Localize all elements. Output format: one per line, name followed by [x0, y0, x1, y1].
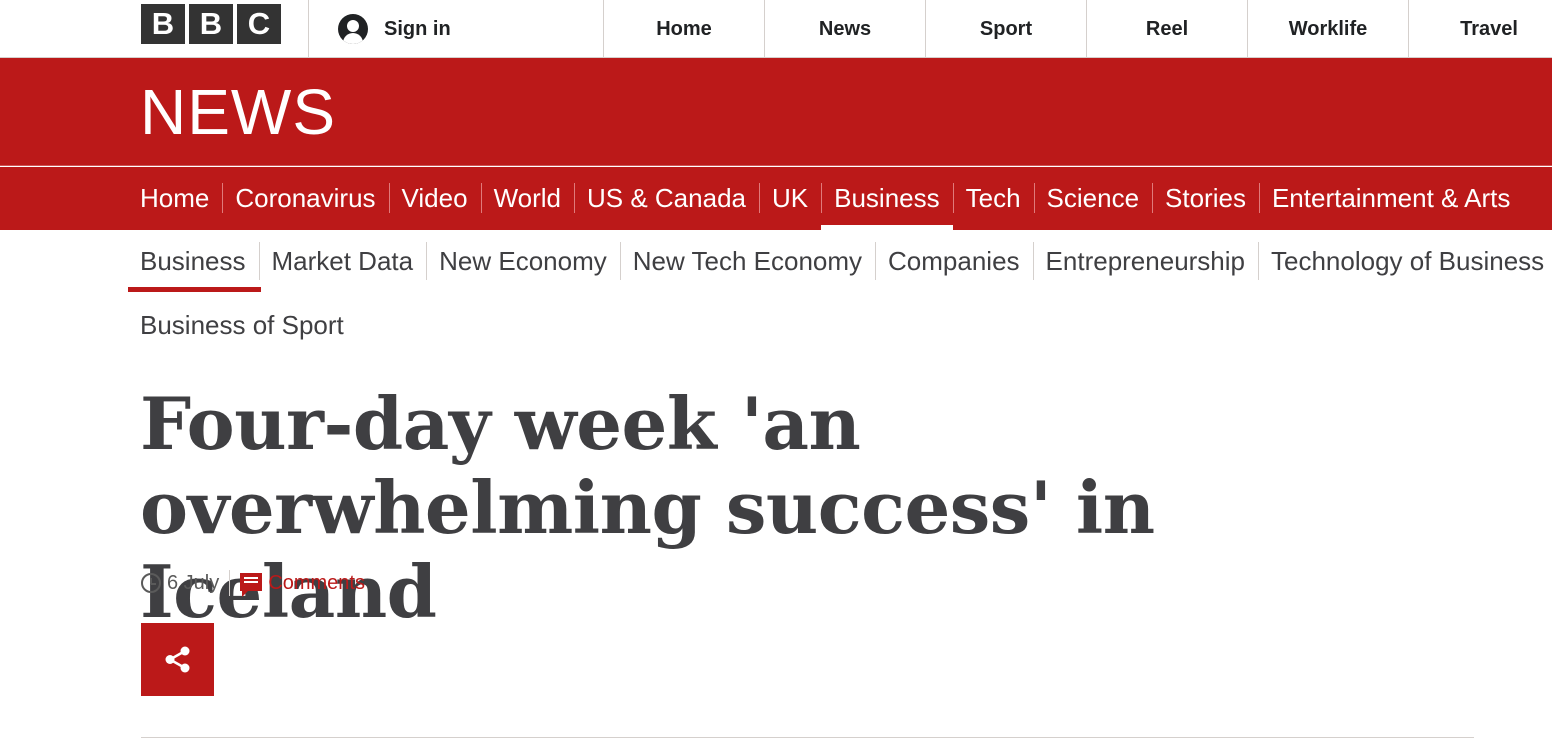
sub-nav: Business Market Data New Economy New Tec…: [0, 230, 1552, 360]
section-nav-entertainment-arts[interactable]: Entertainment & Arts: [1258, 167, 1523, 230]
section-nav-us-canada[interactable]: US & Canada: [574, 167, 759, 230]
share-icon: [165, 646, 190, 673]
sub-nav-business[interactable]: Business: [140, 242, 259, 280]
sub-nav-business-of-sport[interactable]: Business of Sport: [140, 306, 357, 344]
section-nav-uk[interactable]: UK: [758, 167, 821, 230]
sign-in-label: Sign in: [384, 17, 451, 40]
section-nav-world[interactable]: World: [480, 167, 574, 230]
sign-in-link[interactable]: Sign in: [308, 0, 604, 58]
sub-nav-new-economy[interactable]: New Economy: [426, 242, 620, 280]
sub-nav-companies[interactable]: Companies: [875, 242, 1033, 280]
sub-nav-market-data[interactable]: Market Data: [258, 242, 427, 280]
global-nav: Home News Sport Reel Worklife Travel: [603, 0, 1552, 58]
global-nav-travel[interactable]: Travel: [1408, 0, 1552, 58]
bbc-logo[interactable]: B B C: [141, 4, 281, 44]
section-nav: Home Coronavirus Video World US & Canada…: [0, 167, 1552, 230]
sub-nav-entrepreneurship[interactable]: Entrepreneurship: [1032, 242, 1258, 280]
share-button[interactable]: [141, 623, 214, 696]
section-nav-home[interactable]: Home: [140, 167, 222, 230]
sub-nav-technology-of-business[interactable]: Technology of Business: [1258, 242, 1552, 280]
section-nav-stories[interactable]: Stories: [1152, 167, 1259, 230]
meta-divider: [229, 570, 231, 596]
sub-nav-active-indicator: [128, 287, 261, 292]
comment-icon[interactable]: [240, 573, 263, 597]
news-banner: NEWS: [0, 58, 1552, 166]
global-nav-news[interactable]: News: [764, 0, 925, 58]
clock-icon: [141, 573, 161, 593]
section-nav-science[interactable]: Science: [1033, 167, 1153, 230]
article-meta: 6 July Comments: [141, 568, 365, 598]
article-date: 6 July: [167, 571, 220, 594]
global-nav-home[interactable]: Home: [603, 0, 764, 58]
section-nav-coronavirus[interactable]: Coronavirus: [222, 167, 388, 230]
sub-nav-new-tech-economy[interactable]: New Tech Economy: [619, 242, 875, 280]
comments-link[interactable]: Comments: [268, 572, 365, 595]
global-nav-reel[interactable]: Reel: [1086, 0, 1247, 58]
section-nav-tech[interactable]: Tech: [952, 167, 1034, 230]
section-nav-business[interactable]: Business: [821, 167, 953, 230]
content-divider: [141, 737, 1474, 738]
section-nav-video[interactable]: Video: [388, 167, 481, 230]
global-nav-sport[interactable]: Sport: [925, 0, 1086, 58]
global-header: B B C Sign in Home News Sport Reel Workl…: [0, 0, 1552, 58]
news-wordmark[interactable]: NEWS: [140, 80, 336, 144]
bbc-logo-block-b1: B: [141, 4, 185, 44]
global-nav-worklife[interactable]: Worklife: [1247, 0, 1408, 58]
bbc-logo-block-c: C: [237, 4, 281, 44]
bbc-logo-block-b2: B: [189, 4, 233, 44]
user-icon: [338, 14, 368, 44]
